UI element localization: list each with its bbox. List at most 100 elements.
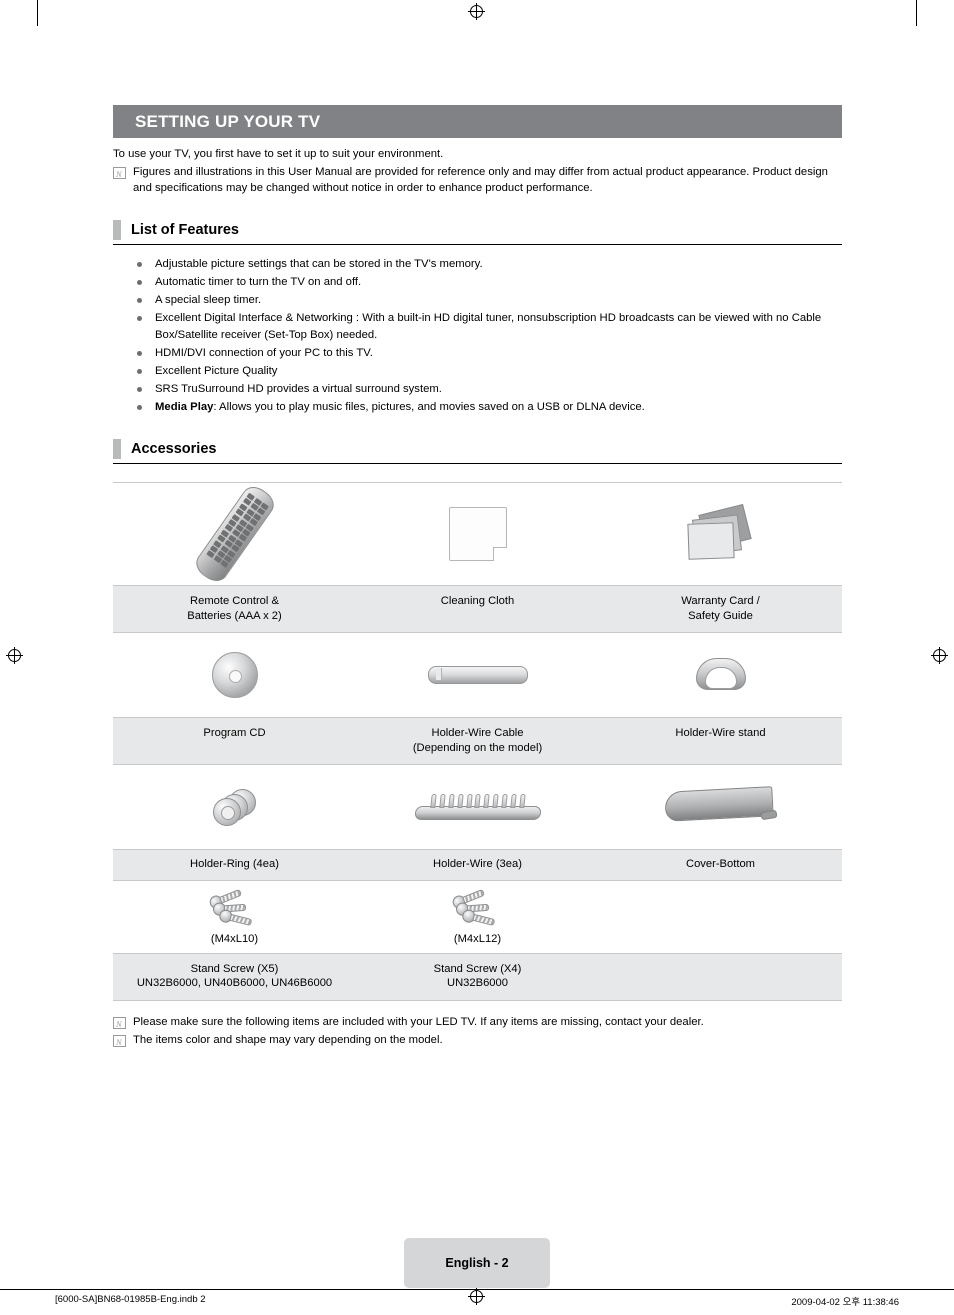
feature-text: Excellent Picture Quality <box>155 364 278 377</box>
list-item: Excellent Picture Quality <box>113 363 842 380</box>
screw-caption: (M4xL12) <box>453 932 502 945</box>
accessory-label: Stand Screw (X5) UN32B6000, UN40B6000, U… <box>136 962 333 990</box>
registration-mark-bottom <box>468 1288 485 1305</box>
remote-control-icon <box>190 481 279 587</box>
accessory-label: Cleaning Cloth <box>440 595 515 607</box>
features-rule <box>113 244 842 245</box>
stand-screw-m4xl12-icon <box>450 888 506 929</box>
chapter-title-bar: SETTING UP YOUR TV <box>113 105 842 138</box>
section-tab-marker <box>113 439 121 459</box>
note-icon <box>113 1035 126 1051</box>
list-item: Excellent Digital Interface & Networking… <box>113 310 842 343</box>
bullet-icon <box>137 280 142 285</box>
registration-mark-top <box>468 3 485 20</box>
accessories-rule <box>113 463 842 464</box>
feature-text-rest: : Allows you to play music files, pictur… <box>213 400 645 413</box>
crop-mark-top-left <box>37 0 38 26</box>
feature-text-bold: Media Play <box>155 400 214 413</box>
bullet-icon <box>137 368 142 374</box>
accessories-row-3: Holder-Ring (4ea) Holder-Wire (3ea) Cove… <box>113 765 842 881</box>
chapter-title: SETTING UP YOUR TV <box>135 112 321 131</box>
stand-screw-m4xl10-icon <box>207 888 263 929</box>
accessory-image-holder-wire <box>356 765 599 849</box>
registration-mark-left <box>6 647 23 664</box>
bullet-icon <box>137 316 142 321</box>
accessories-row-2: Program CD Holder-Wire Cable (Depending … <box>113 633 842 765</box>
features-heading: List of Features <box>131 221 239 238</box>
bullet-icon <box>137 298 142 303</box>
accessory-image-program-cd <box>113 633 356 717</box>
feature-text: A special sleep timer. <box>155 294 262 306</box>
list-item: HDMI/DVI connection of your PC to this T… <box>113 345 842 362</box>
intro-note-text: Figures and illustrations in this User M… <box>133 166 828 194</box>
holder-ring-icon <box>211 787 259 827</box>
section-header-features: List of Features <box>113 220 842 240</box>
note-icon <box>113 1016 126 1032</box>
note-icon <box>113 167 126 183</box>
accessory-image-holder-wire-stand <box>599 633 842 717</box>
accessory-label: Holder-Wire (3ea) <box>433 858 522 870</box>
bullet-icon <box>137 350 142 356</box>
accessory-label: Warranty Card / Safety Guide <box>681 595 760 622</box>
list-item: SRS TruSurround HD provides a virtual su… <box>113 381 842 398</box>
intro-line: To use your TV, you first have to set it… <box>113 148 444 160</box>
registration-mark-right <box>931 647 948 664</box>
accessories-row-1: Remote Control & Batteries (AAA x 2) Cle… <box>113 481 842 633</box>
footer-timestamp: 2009-04-02 오후 11:38:46 <box>791 1297 899 1308</box>
section-tab-marker <box>113 220 121 240</box>
feature-text: Excellent Digital Interface & Networking… <box>155 312 822 341</box>
list-item: Automatic timer to turn the TV on and of… <box>113 274 842 291</box>
accessory-image-remote-control <box>113 481 356 587</box>
bullet-icon <box>137 386 142 392</box>
crop-mark-top-right <box>916 0 917 26</box>
accessory-label: Holder-Wire Cable (Depending on the mode… <box>412 727 543 754</box>
accessory-label: Holder-Wire stand <box>675 727 766 739</box>
program-cd-icon <box>211 652 258 698</box>
accessory-image-cleaning-cloth <box>356 483 599 585</box>
accessory-image-stand-screw-m4xl12: (M4xL12) <box>356 881 599 953</box>
accessory-image-holder-ring <box>113 765 356 849</box>
bottom-notes: Please make sure the following items are… <box>113 1015 842 1051</box>
features-list: Adjustable picture settings that can be … <box>113 256 842 415</box>
accessory-label <box>599 954 842 1000</box>
accessory-image-stand-screw-m4xl10: (M4xL10) <box>113 881 356 953</box>
accessory-label: Cover-Bottom <box>685 858 755 870</box>
feature-text: Automatic timer to turn the TV on and of… <box>155 276 362 288</box>
holder-wire-icon <box>413 792 542 822</box>
accessory-label: Stand Screw (X4) UN32B6000 <box>433 962 522 990</box>
bottom-note-text: Please make sure the following items are… <box>133 1015 704 1028</box>
accessory-image-holder-wire-cable <box>356 633 599 717</box>
holder-wire-cable-icon <box>427 666 528 684</box>
warranty-card-icon <box>686 503 756 561</box>
bottom-note-text: The items color and shape may vary depen… <box>133 1034 443 1046</box>
feature-text: SRS TruSurround HD provides a virtual su… <box>155 382 442 395</box>
bullet-icon <box>137 262 142 267</box>
intro-note: Figures and illustrations in this User M… <box>113 165 842 196</box>
section-header-accessories: Accessories <box>113 439 842 459</box>
accessory-label: Holder-Ring (4ea) <box>190 858 279 870</box>
page-number-tag: English - 2 <box>404 1238 550 1288</box>
list-item: Media Play: Allows you to play music fil… <box>113 399 842 416</box>
bullet-icon <box>137 404 142 410</box>
holder-wire-stand-icon <box>695 656 746 694</box>
cleaning-cloth-icon <box>448 507 507 561</box>
accessory-image-cover-bottom <box>599 765 842 849</box>
footer-file-name: [6000-SA]BN68-01985B-Eng.indb 2 <box>55 1294 206 1305</box>
accessory-image-empty <box>599 881 842 953</box>
accessory-label: Program CD <box>203 727 266 739</box>
page-content: SETTING UP YOUR TV To use your TV, you f… <box>113 105 842 1051</box>
footer-divider <box>0 1289 954 1290</box>
page-number-label: English - 2 <box>445 1256 509 1270</box>
list-item: Adjustable picture settings that can be … <box>113 256 842 273</box>
accessories-row-4: (M4xL10) (M4xL12) Stand Screw (X5) UN32B… <box>113 881 842 1001</box>
list-item: A special sleep timer. <box>113 292 842 309</box>
accessory-label: Remote Control & Batteries (AAA x 2) <box>187 595 282 622</box>
bottom-note-1: Please make sure the following items are… <box>113 1015 842 1032</box>
feature-text: Adjustable picture settings that can be … <box>155 258 483 270</box>
screw-caption: (M4xL10) <box>210 932 259 945</box>
accessory-image-warranty-card <box>599 483 842 585</box>
feature-text: HDMI/DVI connection of your PC to this T… <box>155 346 373 359</box>
bottom-note-2: The items color and shape may vary depen… <box>113 1033 842 1051</box>
accessories-table: Remote Control & Batteries (AAA x 2) Cle… <box>113 481 842 1001</box>
accessories-heading: Accessories <box>131 440 217 457</box>
